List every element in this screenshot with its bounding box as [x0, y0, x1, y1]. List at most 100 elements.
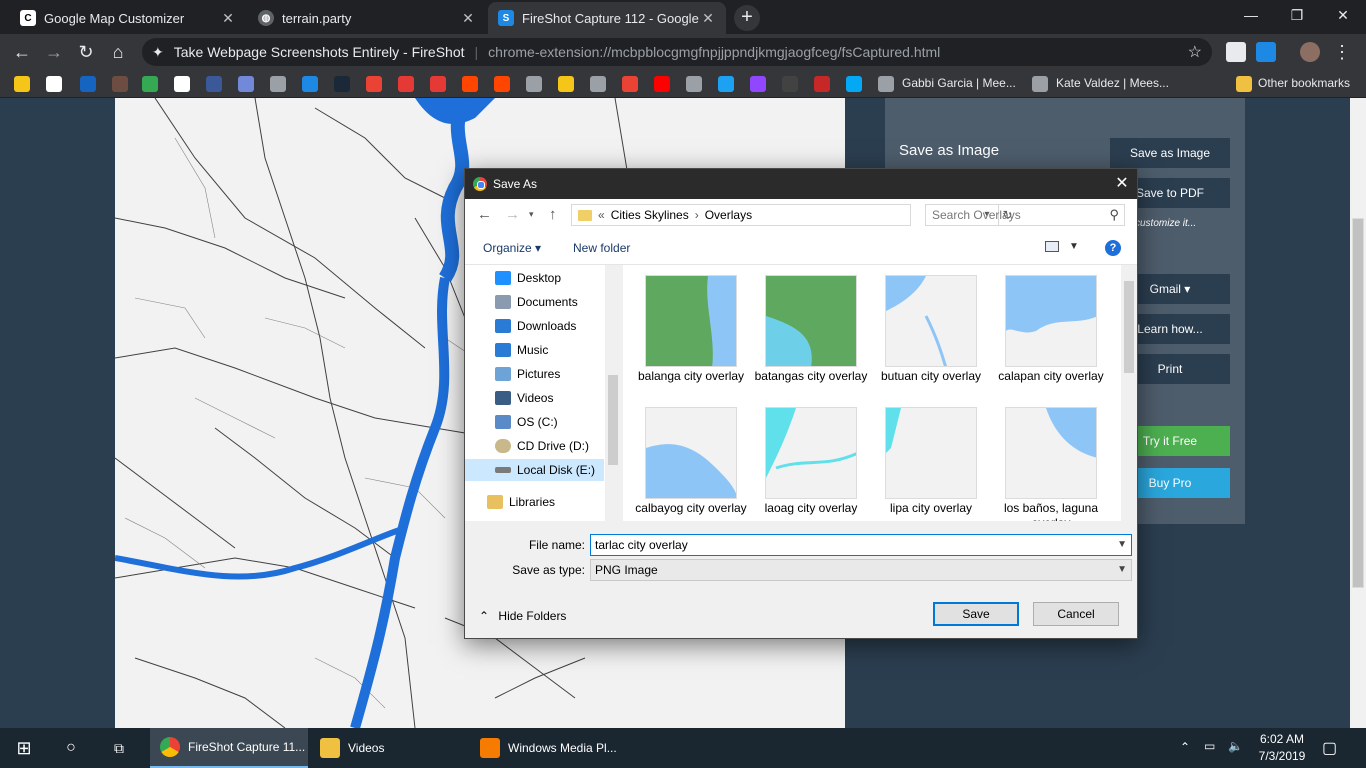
bookmark-icon[interactable] — [430, 76, 446, 92]
windows-start-icon[interactable]: ⊞ — [0, 728, 48, 768]
twitch-icon[interactable] — [750, 76, 766, 92]
chevron-down-icon[interactable]: ▼ — [1117, 535, 1127, 555]
page-scrollbar[interactable] — [1350, 98, 1366, 728]
maps-icon[interactable] — [142, 76, 158, 92]
restore-icon[interactable]: ❐ — [1274, 0, 1320, 30]
file-thumbnail[interactable] — [765, 275, 857, 367]
volume-icon[interactable]: 🔈 — [1228, 739, 1243, 753]
recent-locations-icon[interactable]: ▾ — [529, 209, 534, 220]
back-icon[interactable]: ← — [10, 40, 34, 64]
reload-icon[interactable]: ↻ — [74, 40, 98, 64]
tab-google-map-customizer[interactable]: C Google Map Customizer ✕ — [10, 2, 246, 34]
facebook-icon[interactable] — [206, 76, 222, 92]
file-thumbnail[interactable] — [645, 275, 737, 367]
network-icon[interactable]: ▭ — [1204, 739, 1215, 753]
bookmark-kate-valdez[interactable]: Kate Valdez | Mees... — [1056, 76, 1169, 90]
google-plus-icon[interactable] — [366, 76, 382, 92]
taskbar-item-videos[interactable]: Videos — [310, 728, 468, 768]
file-thumbnail[interactable] — [885, 275, 977, 367]
nav-item-videos[interactable]: Videos — [495, 387, 605, 409]
nav-item-music[interactable]: Music — [495, 339, 605, 361]
new-tab-button[interactable]: + — [734, 5, 760, 31]
close-icon[interactable]: ✕ — [460, 10, 476, 27]
heart-icon[interactable] — [878, 76, 894, 92]
twitter-icon[interactable] — [718, 76, 734, 92]
reddit-icon[interactable] — [494, 76, 510, 92]
youtube-icon[interactable] — [654, 76, 670, 92]
up-icon[interactable]: ↑ — [549, 206, 557, 223]
bookmark-icon[interactable] — [814, 76, 830, 92]
file-label[interactable]: calbayog city overlay — [633, 501, 749, 516]
w-icon[interactable] — [302, 76, 318, 92]
heart-icon[interactable] — [1032, 76, 1048, 92]
file-label[interactable]: laoag city overlay — [753, 501, 869, 516]
save-button[interactable]: Save — [933, 602, 1019, 626]
file-label[interactable]: butuan city overlay — [873, 369, 989, 384]
tab-fireshot-capture[interactable]: S FireShot Capture 112 - Google M ✕ — [488, 2, 726, 34]
bookmark-icon[interactable] — [46, 76, 62, 92]
discord-icon[interactable] — [238, 76, 254, 92]
close-icon[interactable]: ✕ — [1107, 169, 1137, 199]
nav-item-libraries[interactable]: Libraries — [487, 491, 597, 513]
menu-icon[interactable]: ⋮ — [1330, 40, 1354, 64]
other-bookmarks[interactable]: Other bookmarks — [1258, 76, 1350, 90]
close-icon[interactable]: ✕ — [700, 10, 716, 27]
clock[interactable]: 6:02 AM 7/3/2019 — [1252, 732, 1312, 763]
minimize-icon[interactable]: — — [1228, 0, 1274, 30]
bookmark-icon[interactable] — [782, 76, 798, 92]
steam-icon[interactable] — [334, 76, 350, 92]
bookmark-icon[interactable] — [398, 76, 414, 92]
file-name-input[interactable]: tarlac city overlay ▼ — [590, 534, 1132, 556]
file-thumbnail[interactable] — [885, 407, 977, 499]
nav-scrollbar[interactable] — [605, 265, 621, 521]
scrollbar-thumb[interactable] — [608, 375, 618, 465]
nav-item-pictures[interactable]: Pictures — [495, 363, 605, 385]
bookmark-icon[interactable] — [590, 76, 606, 92]
new-folder-button[interactable]: New folder — [573, 241, 630, 255]
forward-icon[interactable]: → — [505, 206, 520, 223]
bookmark-icon[interactable] — [112, 76, 128, 92]
file-thumbnail[interactable] — [1005, 407, 1097, 499]
search-icon[interactable]: ○ — [48, 728, 94, 768]
file-thumbnail[interactable] — [1005, 275, 1097, 367]
tab-terrain-party[interactable]: ◍ terrain.party ✕ — [248, 2, 486, 34]
organize-button[interactable]: Organize ▾ — [483, 241, 541, 255]
bookmark-star-icon[interactable]: ☆ — [1188, 42, 1202, 62]
file-thumbnail[interactable] — [765, 407, 857, 499]
close-icon[interactable]: ✕ — [220, 10, 236, 27]
file-label[interactable]: calapan city overlay — [993, 369, 1109, 384]
window-close-icon[interactable]: ✕ — [1320, 0, 1366, 30]
bookmark-icon[interactable] — [80, 76, 96, 92]
forward-icon[interactable]: → — [42, 40, 66, 64]
save-as-image-button[interactable]: Save as Image — [1110, 138, 1230, 168]
save-as-type-select[interactable]: PNG Image ▼ — [590, 559, 1132, 581]
bookmark-icon[interactable] — [558, 76, 574, 92]
fireshot-extension-icon[interactable] — [1256, 42, 1276, 62]
nav-item-documents[interactable]: Documents — [495, 291, 605, 313]
wikipedia-icon[interactable] — [174, 76, 190, 92]
nav-item-local-disk-e[interactable]: Local Disk (E:) — [465, 459, 604, 481]
breadcrumb-overlays[interactable]: Overlays — [705, 208, 752, 222]
view-options-icon[interactable] — [1045, 241, 1059, 252]
reddit-icon[interactable] — [462, 76, 478, 92]
file-thumbnail[interactable] — [645, 407, 737, 499]
scrollbar-thumb[interactable] — [1352, 218, 1364, 588]
heart-icon[interactable] — [686, 76, 702, 92]
chevron-down-icon[interactable]: ▼ — [1117, 560, 1127, 580]
bookmark-gabbi-garcia[interactable]: Gabbi Garcia | Mee... — [902, 76, 1016, 90]
bookmark-icon[interactable] — [846, 76, 862, 92]
customize-link[interactable]: customize it... — [1135, 218, 1196, 229]
mail-icon[interactable] — [1226, 42, 1246, 62]
nav-item-os-c[interactable]: OS (C:) — [495, 411, 605, 433]
taskbar-item-media-player[interactable]: Windows Media Pl... — [470, 728, 628, 768]
folder-icon[interactable] — [1236, 76, 1252, 92]
heart-icon[interactable] — [270, 76, 286, 92]
file-label[interactable]: batangas city overlay — [753, 369, 869, 384]
back-icon[interactable]: ← — [477, 206, 492, 223]
profile-avatar[interactable] — [1300, 42, 1320, 62]
address-bar[interactable]: ✦ Take Webpage Screenshots Entirely - Fi… — [142, 38, 1212, 66]
files-scrollbar[interactable] — [1121, 265, 1137, 521]
bookmark-icon[interactable] — [14, 76, 30, 92]
file-label[interactable]: balanga city overlay — [633, 369, 749, 384]
hide-folders-button[interactable]: ⌃ Hide Folders — [479, 609, 566, 623]
